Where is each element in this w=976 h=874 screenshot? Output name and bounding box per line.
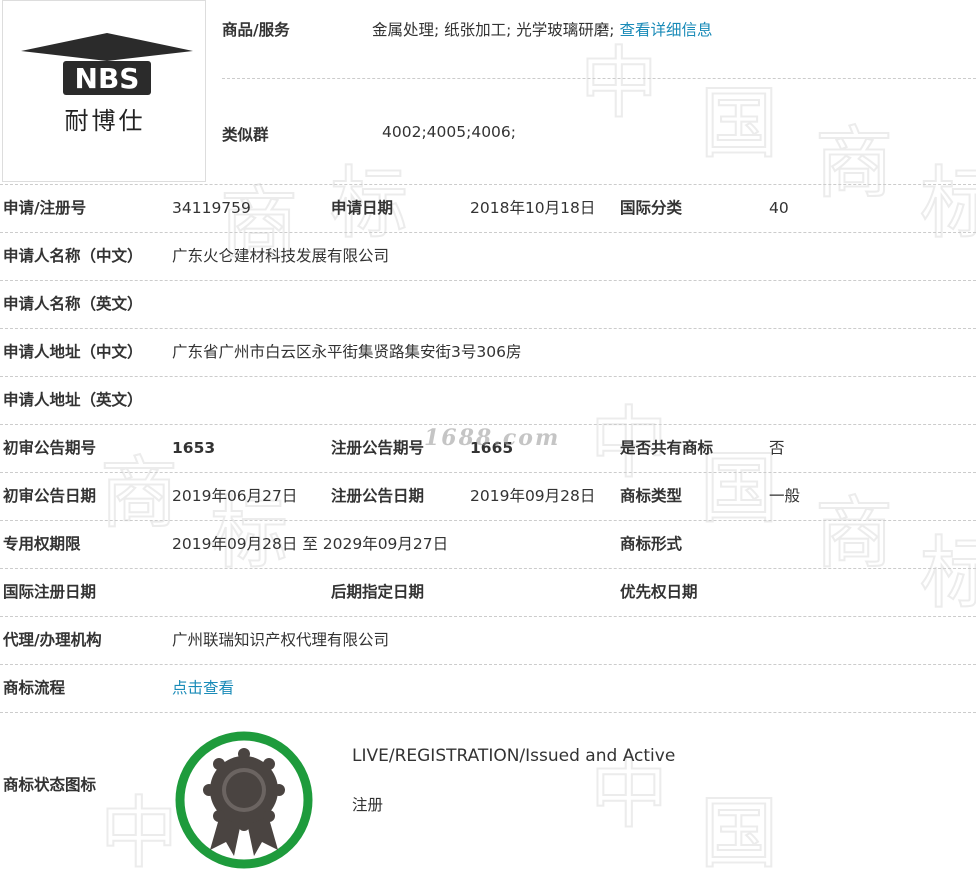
agency-label: 代理/办理机构 [3,631,102,649]
reg-issue-label: 注册公告期号 [331,439,425,457]
view-process-link[interactable]: 点击查看 [172,665,234,712]
site-watermark: 1688.com [424,425,561,451]
status-chinese: 注册 [352,796,384,814]
application-date-label: 申请日期 [331,199,394,217]
prelim-issue-label: 初审公告期号 [3,439,97,457]
applicant-name-cn-label: 申请人名称（中文） [3,247,143,265]
goods-services-label: 商品/服务 [222,21,290,39]
exclusive-period-value: 2019年09月28日 至 2029年09月27日 [172,535,449,553]
later-designation-label: 后期指定日期 [331,583,425,601]
applicant-address-cn-label: 申请人地址（中文） [3,343,143,361]
priority-date-label: 优先权日期 [620,583,698,601]
applicant-name-cn-value: 广东火仑建材科技发展有限公司 [172,247,390,265]
trademark-header: NBS 耐博仕 商品/服务 金属处理; 纸张加工; 光学玻璃研磨; 查看详细信息… [0,0,976,184]
reg-date-label: 注册公告日期 [331,487,425,505]
table-row: 专用权期限 2019年09月28日 至 2029年09月27日 商标形式 [0,520,976,568]
svg-text:NBS: NBS [75,62,140,95]
mark-type-label: 商标类型 [620,487,683,505]
similar-group-value: 4002;4005;4006; [382,123,517,141]
table-row: 国际注册日期 后期指定日期 优先权日期 [0,568,976,616]
shared-mark-label: 是否共有商标 [620,439,714,457]
status-english: LIVE/REGISTRATION/Issued and Active [352,746,676,766]
table-row: 商标流程 点击查看 [0,664,976,712]
intl-reg-date-label: 国际注册日期 [3,583,97,601]
goods-services-text: 金属处理; 纸张加工; 光学玻璃研磨; [372,21,620,39]
table-row: 商标状态图标 LIVE/REGISTRATION/Issued and Acti… [0,712,976,869]
table-row: 初审公告日期 2019年06月27日 注册公告日期 2019年09月28日 商标… [0,472,976,520]
similar-group-label: 类似群 [222,126,269,144]
logo-brand-cn: 耐博仕 [64,107,146,135]
agency-value: 广州联瑞知识产权代理有限公司 [172,631,390,649]
status-icon-label: 商标状态图标 [3,776,97,794]
table-row: 申请/注册号 34119759 申请日期 2018年10月18日 国际分类 40 [0,184,976,232]
shared-mark-value: 否 [769,439,785,457]
view-details-link[interactable]: 查看详细信息 [619,21,712,39]
reg-date-value: 2019年09月28日 [470,487,596,505]
prelim-date-value: 2019年06月27日 [172,487,298,505]
process-label: 商标流程 [3,679,66,697]
table-row: 申请人地址（中文） 广东省广州市白云区永平街集贤路集安街3号306房 [0,328,976,376]
applicant-name-en-label: 申请人名称（英文） [3,295,143,313]
registration-number-value: 34119759 [172,199,251,217]
goods-services-value: 金属处理; 纸张加工; 光学玻璃研磨; 查看详细信息 [372,18,712,40]
prelim-date-label: 初审公告日期 [3,487,97,505]
table-row: 申请人名称（中文） 广东火仑建材科技发展有限公司 [0,232,976,280]
table-row: 申请人名称（英文） [0,280,976,328]
intl-class-value: 40 [769,199,789,217]
table-row: 代理/办理机构 广州联瑞知识产权代理有限公司 [0,616,976,664]
table-row: 申请人地址（英文） [0,376,976,424]
prelim-issue-value: 1653 [172,439,216,457]
mark-type-value: 一般 [769,487,801,505]
mark-form-label: 商标形式 [620,535,683,553]
applicant-address-en-label: 申请人地址（英文） [3,391,143,409]
trademark-logo-graphic: NBS [21,33,193,95]
intl-class-label: 国际分类 [620,199,683,217]
exclusive-period-label: 专用权期限 [3,535,81,553]
registered-badge-icon [175,731,313,869]
trademark-logo[interactable]: NBS 耐博仕 [2,0,206,182]
trademark-info-table: 申请/注册号 34119759 申请日期 2018年10月18日 国际分类 40… [0,184,976,869]
divider [222,78,976,79]
applicant-address-cn-value: 广东省广州市白云区永平街集贤路集安街3号306房 [172,343,522,361]
application-date-value: 2018年10月18日 [470,199,596,217]
registration-number-label: 申请/注册号 [3,199,87,217]
